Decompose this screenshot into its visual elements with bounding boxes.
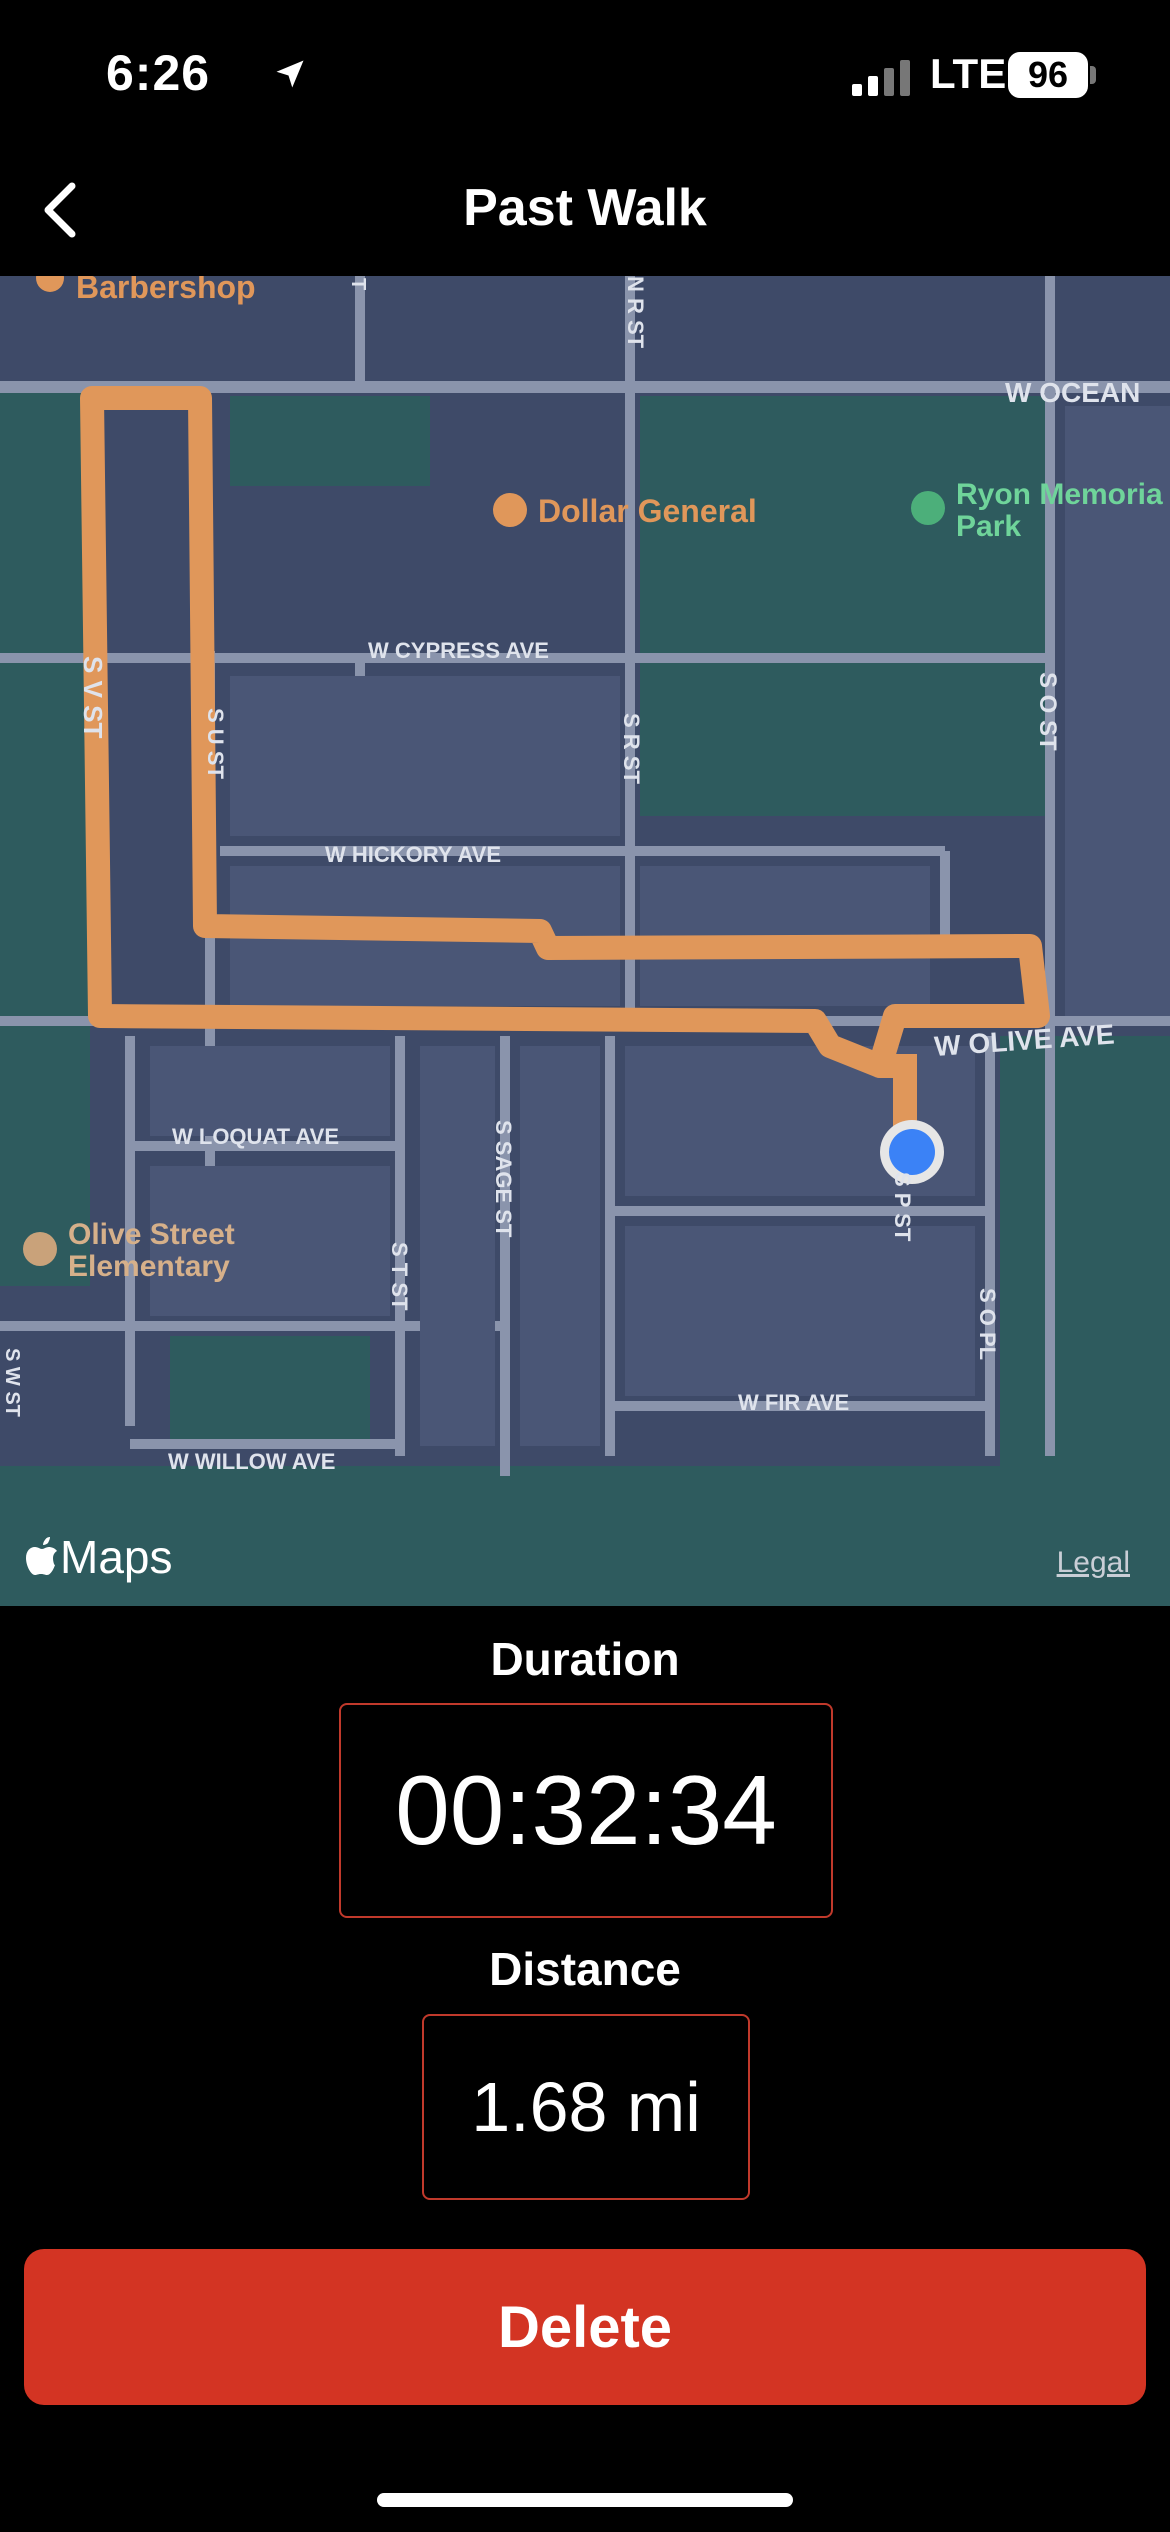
poi-dollar-general: Dollar General xyxy=(538,493,757,529)
store-icon xyxy=(493,493,527,527)
duration-label: Duration xyxy=(490,1633,680,1685)
duration-value-box: 00:32:34 xyxy=(339,1703,833,1918)
battery-level: 96 xyxy=(1027,54,1069,95)
poi-olive-school-line1: Olive Street xyxy=(68,1218,235,1251)
poi-olive-school-line2: Elementary xyxy=(68,1250,230,1283)
home-indicator[interactable] xyxy=(377,2493,793,2507)
apple-logo-icon xyxy=(26,1537,57,1575)
current-location-dot xyxy=(889,1129,935,1175)
delete-button[interactable]: Delete xyxy=(24,2249,1146,2405)
distance-label: Distance xyxy=(489,1943,681,1995)
cellular-signal-icon xyxy=(852,60,910,96)
location-arrow-icon xyxy=(276,60,304,88)
school-icon xyxy=(23,1232,57,1266)
distance-value: 1.68 mi xyxy=(471,2068,701,2146)
street-s-v: S V ST xyxy=(78,656,108,738)
barber-icon xyxy=(36,276,64,292)
tree-icon xyxy=(911,491,945,525)
maps-label: Maps xyxy=(60,1531,173,1583)
street-n-r: N R ST xyxy=(623,276,648,349)
park-area-east xyxy=(1000,1036,1170,1466)
street-s-o-pl: S O PL xyxy=(975,1288,1000,1360)
status-time: 6:26 xyxy=(106,45,211,101)
street-w-cypress: W CYPRESS AVE xyxy=(368,638,549,663)
network-type: LTE xyxy=(930,50,1007,97)
poi-ryon-park-line2: Park xyxy=(956,510,1021,543)
street-s-t: S T ST xyxy=(387,1242,412,1311)
street-w-ocean: W OCEAN xyxy=(1005,377,1140,408)
street-w-fir: W FIR AVE xyxy=(738,1390,849,1415)
battery-icon: 96 xyxy=(1008,52,1088,98)
poi-ryon-park-line1: Ryon Memoria xyxy=(956,478,1163,511)
page-title: Past Walk xyxy=(463,179,707,237)
battery-cap xyxy=(1090,66,1096,84)
ryon-park-area xyxy=(640,396,1050,816)
park-area xyxy=(230,396,430,486)
legal-link[interactable]: Legal xyxy=(1057,1546,1130,1580)
park-area-south xyxy=(0,1466,1170,1606)
street-s-w: S W ST xyxy=(1,1348,23,1417)
street-w-loquat: W LOQUAT AVE xyxy=(172,1124,339,1149)
street-w-willow: W WILLOW AVE xyxy=(168,1449,335,1474)
street-s-r: S R ST xyxy=(619,713,644,784)
distance-value-box: 1.68 mi xyxy=(422,2014,750,2200)
route-map[interactable]: Barbershop Dollar General Ryon Memoria P… xyxy=(0,276,1170,1606)
street-s-p: S P ST xyxy=(890,1172,915,1242)
street-w-hickory: W HICKORY AVE xyxy=(325,842,501,867)
poi-barbershop: Barbershop xyxy=(76,276,256,305)
apple-maps-attribution: Maps xyxy=(26,1530,172,1584)
street-t: T xyxy=(347,278,369,290)
park-area-west xyxy=(0,386,90,1286)
street-s-u: S U ST xyxy=(203,708,228,779)
street-s-o: S O ST xyxy=(1034,672,1061,751)
school-field xyxy=(170,1336,370,1446)
street-s-sage: S SAGE ST xyxy=(491,1120,516,1238)
duration-value: 00:32:34 xyxy=(395,1755,777,1865)
